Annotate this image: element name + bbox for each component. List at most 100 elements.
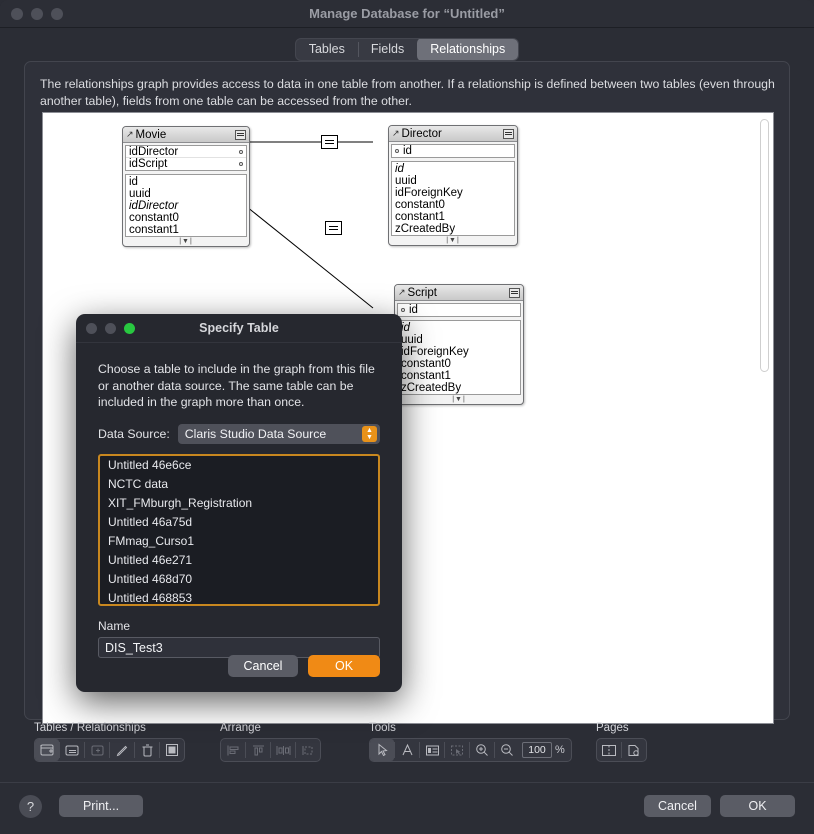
- list-item[interactable]: Untitled 46a75d: [100, 513, 378, 532]
- print-button[interactable]: Print...: [59, 795, 143, 817]
- toolbar-group-arrange: Arrange: [220, 722, 321, 762]
- field-row[interactable]: zCreatedBy: [395, 223, 511, 235]
- data-source-row: Data Source: Claris Studio Data Source ▲…: [98, 423, 380, 444]
- toolbar-group-pages: Pages: [596, 722, 647, 762]
- field-row[interactable]: constant1: [395, 211, 511, 223]
- field-row[interactable]: uuid: [129, 188, 243, 200]
- table-menu-icon[interactable]: [509, 287, 520, 298]
- graph-vertical-scrollbar[interactable]: [758, 115, 771, 721]
- ok-button[interactable]: OK: [720, 795, 795, 817]
- zoom-in-icon[interactable]: [470, 739, 494, 761]
- toolbar-group-tables-relationships: Tables / Relationships: [34, 722, 185, 762]
- field-row[interactable]: id: [129, 176, 243, 188]
- tab-tables[interactable]: Tables: [296, 39, 358, 60]
- distribute-horizontal-icon[interactable]: [271, 739, 295, 761]
- table-key-fields: id: [391, 144, 515, 158]
- key-indicator-icon: [401, 308, 405, 312]
- tab-bar: Tables Fields Relationships: [0, 38, 814, 61]
- pointer-icon[interactable]: [370, 739, 394, 761]
- table-header[interactable]: ↗ Director: [389, 126, 517, 142]
- graph-table-script[interactable]: ↗ Script id id uuid idForeignKey constan…: [394, 284, 524, 405]
- key-field-row[interactable]: idDirector: [126, 146, 246, 158]
- field-row[interactable]: constant1: [129, 224, 243, 236]
- table-field-list: id uuid idDirector constant0 constant1: [125, 174, 247, 237]
- close-button[interactable]: [11, 7, 23, 20]
- relationship-operator-1[interactable]: [321, 135, 338, 149]
- key-field-row[interactable]: id: [392, 145, 514, 157]
- data-source-select[interactable]: Claris Studio Data Source ▲ ▼: [177, 423, 380, 444]
- scrollbar-thumb[interactable]: [760, 119, 769, 372]
- key-field-label: idScript: [129, 158, 168, 170]
- table-menu-icon[interactable]: [235, 129, 246, 140]
- table-header[interactable]: ↗ Movie: [123, 127, 249, 143]
- key-field-row[interactable]: idScript: [126, 158, 246, 170]
- list-item[interactable]: NCTC data: [100, 475, 378, 494]
- cancel-button[interactable]: Cancel: [644, 795, 711, 817]
- minimize-button[interactable]: [31, 7, 43, 20]
- delete-icon[interactable]: [135, 739, 159, 761]
- data-source-label: Data Source:: [98, 426, 170, 441]
- table-header[interactable]: ↗ Script: [395, 285, 523, 301]
- field-row[interactable]: idDirector: [129, 200, 243, 212]
- table-key-fields: id: [397, 303, 521, 317]
- field-row[interactable]: idForeignKey: [401, 346, 517, 358]
- table-list[interactable]: Untitled 46e6ce NCTC data XIT_FMburgh_Re…: [98, 453, 380, 606]
- dialog-description: Choose a table to include in the graph f…: [98, 362, 375, 409]
- help-button[interactable]: ?: [19, 795, 42, 818]
- edit-icon[interactable]: [110, 739, 134, 761]
- table-field-list: id uuid idForeignKey constant0 constant1…: [397, 320, 521, 395]
- graph-table-movie[interactable]: ↗ Movie idDirector idScript id uuid idDi…: [122, 126, 250, 247]
- zoom-level-input[interactable]: 100: [522, 742, 552, 758]
- key-indicator-icon: [239, 149, 243, 154]
- page-setup-icon[interactable]: [622, 739, 646, 761]
- table-resize-grip[interactable]: |▼|: [395, 395, 523, 404]
- list-item[interactable]: Untitled 46e6ce: [100, 456, 378, 475]
- field-row[interactable]: uuid: [395, 175, 511, 187]
- field-row[interactable]: id: [395, 163, 511, 175]
- field-row[interactable]: id: [401, 322, 517, 334]
- list-item[interactable]: Untitled 468d70: [100, 570, 378, 589]
- field-row[interactable]: zCreatedBy: [401, 382, 517, 394]
- color-icon[interactable]: [160, 739, 184, 761]
- table-resize-grip[interactable]: |▼|: [389, 236, 517, 245]
- resize-icon[interactable]: [296, 739, 320, 761]
- align-left-icon[interactable]: [221, 739, 245, 761]
- table-menu-icon[interactable]: [503, 128, 514, 139]
- list-item[interactable]: Untitled 468853: [100, 589, 378, 604]
- table-resize-grip[interactable]: |▼|: [123, 237, 249, 246]
- field-row[interactable]: idForeignKey: [395, 187, 511, 199]
- note-icon[interactable]: [420, 739, 444, 761]
- field-row[interactable]: constant0: [129, 212, 243, 224]
- table-key-fields: idDirector idScript: [125, 145, 247, 171]
- text-icon[interactable]: [395, 739, 419, 761]
- duplicate-icon[interactable]: [85, 739, 109, 761]
- field-row[interactable]: constant0: [395, 199, 511, 211]
- field-row[interactable]: constant1: [401, 370, 517, 382]
- selection-icon[interactable]: [445, 739, 469, 761]
- page-breaks-icon[interactable]: [597, 739, 621, 761]
- dialog-cancel-button[interactable]: Cancel: [228, 655, 298, 677]
- zoom-out-icon[interactable]: [495, 739, 519, 761]
- list-item[interactable]: Untitled 46e271: [100, 551, 378, 570]
- toolbar-group-label: Arrange: [220, 722, 261, 734]
- field-row[interactable]: uuid: [401, 334, 517, 346]
- graph-table-director[interactable]: ↗ Director id id uuid idForeignKey const…: [388, 125, 518, 246]
- relationship-operator-2[interactable]: [325, 221, 342, 235]
- toolbar-group-label: Pages: [596, 722, 629, 734]
- list-item[interactable]: FMmag_Curso1: [100, 532, 378, 551]
- tab-fields[interactable]: Fields: [357, 39, 417, 60]
- align-top-icon[interactable]: [246, 739, 270, 761]
- source-arrow-icon: ↗: [392, 128, 400, 138]
- dialog-title: Specify Table: [199, 321, 279, 335]
- key-field-row[interactable]: id: [398, 304, 520, 316]
- tab-relationships[interactable]: Relationships: [417, 39, 519, 60]
- specify-table-dialog: Specify Table Choose a table to include …: [76, 314, 402, 692]
- list-item[interactable]: XIT_FMburgh_Registration: [100, 494, 378, 513]
- chevron-updown-icon[interactable]: ▲ ▼: [362, 425, 377, 442]
- dialog-ok-button[interactable]: OK: [308, 655, 380, 677]
- table-name: Movie: [135, 128, 167, 141]
- add-table-icon[interactable]: [35, 739, 59, 761]
- field-row[interactable]: constant0: [401, 358, 517, 370]
- zoom-button[interactable]: [51, 7, 63, 20]
- add-relationship-icon[interactable]: [60, 739, 84, 761]
